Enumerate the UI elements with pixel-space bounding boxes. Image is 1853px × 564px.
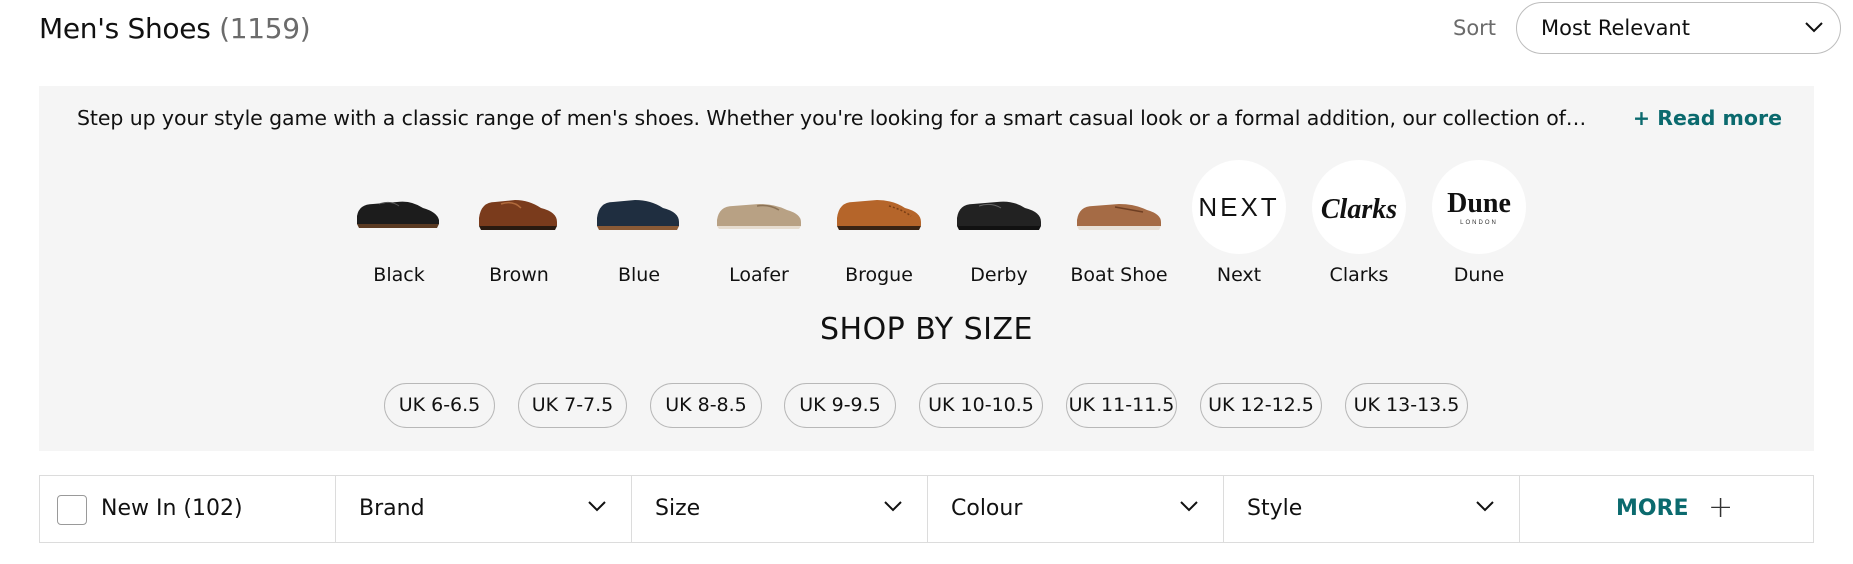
brogue-shoe-icon	[837, 200, 921, 230]
category-boat-shoe[interactable]: Boat Shoe	[1059, 160, 1179, 290]
style-filter-dropdown[interactable]: Style	[1224, 476, 1520, 542]
category-description: Step up your style game with a classic r…	[77, 106, 1587, 130]
category-label: Brogue	[845, 264, 913, 286]
new-in-label: New In (102)	[101, 496, 243, 521]
size-chip[interactable]: UK 13-13.5	[1345, 383, 1468, 428]
size-chip[interactable]: UK 7-7.5	[518, 383, 627, 428]
new-in-filter[interactable]: New In (102)	[40, 476, 336, 542]
category-label: Boat Shoe	[1070, 264, 1168, 286]
chevron-down-icon	[1476, 501, 1494, 512]
chevron-down-icon	[1805, 22, 1823, 33]
brand-dune[interactable]: Dune LONDON Dune	[1419, 160, 1539, 290]
chevron-down-icon	[588, 501, 606, 512]
product-count: (1159)	[219, 12, 311, 45]
svg-text:Clarks: Clarks	[1321, 194, 1397, 225]
brown-shoe-icon	[479, 200, 557, 230]
colour-filter-dropdown[interactable]: Colour	[928, 476, 1224, 542]
sort-dropdown[interactable]: Most Relevant	[1516, 2, 1841, 54]
category-label: Derby	[970, 264, 1028, 286]
next-logo: NEXT	[1198, 192, 1279, 222]
category-label: Blue	[617, 264, 661, 286]
svg-text:Dune: Dune	[1447, 188, 1511, 219]
size-chip[interactable]: UK 6-6.5	[384, 383, 495, 428]
shop-by-size-heading: SHOP BY SIZE	[819, 312, 1034, 347]
page-title-text: Men's Shoes	[39, 12, 211, 45]
page-title: Men's Shoes (1159)	[39, 12, 311, 45]
svg-text:LONDON: LONDON	[1460, 220, 1498, 226]
size-chip[interactable]: UK 10-10.5	[919, 383, 1043, 428]
style-filter-label: Style	[1247, 496, 1303, 521]
size-chip[interactable]: UK 9-9.5	[784, 383, 896, 428]
filter-bar: New In (102) Brand Size Colour Style MOR…	[39, 475, 1814, 543]
chevron-down-icon	[884, 501, 902, 512]
sort-label: Sort	[1453, 16, 1497, 40]
category-label: Loafer	[729, 264, 789, 286]
plus-icon: +	[1708, 490, 1734, 525]
colour-filter-label: Colour	[951, 496, 1023, 521]
brand-clarks[interactable]: Clarks Clarks	[1299, 160, 1419, 290]
brand-filter-label: Brand	[359, 496, 425, 521]
svg-text:NEXT: NEXT	[1198, 192, 1279, 222]
category-loafer[interactable]: Loafer	[699, 160, 819, 290]
brand-next[interactable]: NEXT Next	[1179, 160, 1299, 290]
category-brown[interactable]: Brown	[459, 160, 579, 290]
more-filters-button[interactable]: MORE +	[1520, 476, 1813, 542]
black-shoe-icon	[357, 201, 439, 228]
derby-shoe-icon	[957, 201, 1041, 230]
size-filter-label: Size	[655, 496, 701, 521]
blue-shoe-icon	[597, 200, 679, 230]
brand-filter-dropdown[interactable]: Brand	[336, 476, 632, 542]
category-label: Dune	[1453, 264, 1505, 286]
category-intro-panel: Step up your style game with a classic r…	[39, 86, 1814, 451]
category-brogue[interactable]: Brogue	[819, 160, 939, 290]
dune-logo: Dune LONDON	[1447, 188, 1511, 226]
category-black[interactable]: Black	[339, 160, 459, 290]
sort-value: Most Relevant	[1541, 16, 1690, 40]
category-carousel: Black Brown Blue Loafer Brogue Derby Boa…	[339, 160, 1569, 290]
new-in-checkbox[interactable]	[57, 495, 87, 525]
more-filters-label: MORE	[1616, 496, 1689, 521]
size-chip[interactable]: UK 8-8.5	[650, 383, 762, 428]
chevron-down-icon	[1180, 501, 1198, 512]
size-chip[interactable]: UK 11-11.5	[1066, 383, 1177, 428]
page-header: Men's Shoes (1159) Sort Most Relevant	[39, 0, 1841, 62]
size-chip[interactable]: UK 12-12.5	[1200, 383, 1322, 428]
size-filter-dropdown[interactable]: Size	[632, 476, 928, 542]
category-blue[interactable]: Blue	[579, 160, 699, 290]
category-label: Brown	[489, 264, 549, 286]
read-more-link[interactable]: + Read more	[1633, 106, 1782, 130]
category-label: Clarks	[1329, 264, 1389, 286]
boat-shoe-icon	[1077, 204, 1161, 230]
clarks-logo: Clarks	[1321, 194, 1397, 225]
category-label: Black	[373, 264, 425, 286]
loafer-shoe-icon	[717, 204, 801, 229]
category-derby[interactable]: Derby	[939, 160, 1059, 290]
category-label: Next	[1216, 264, 1262, 286]
